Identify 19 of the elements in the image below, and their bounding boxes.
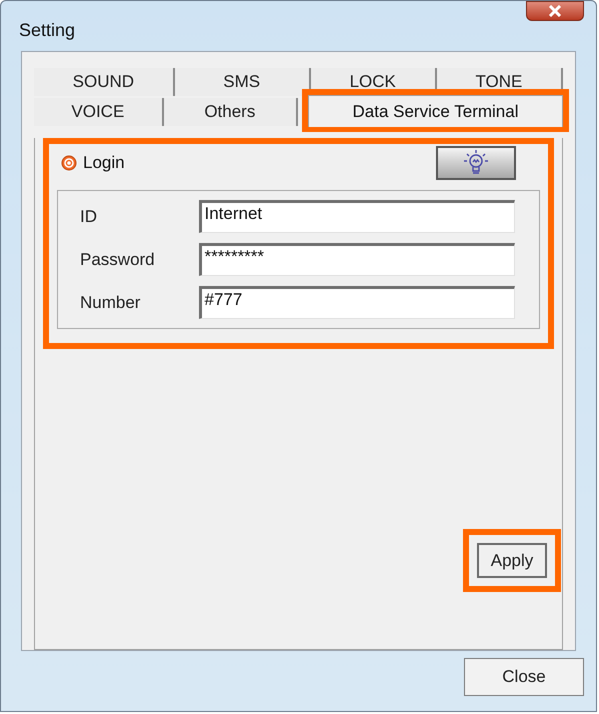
close-icon [548, 5, 562, 17]
field-label: ID [80, 206, 98, 228]
field-label: Number [80, 292, 142, 314]
input-field[interactable]: #777 [199, 286, 515, 319]
input-field[interactable]: Internet [199, 200, 515, 233]
apply-button[interactable]: Apply [477, 543, 547, 578]
close-button[interactable] [526, 1, 584, 21]
login-label: Login [83, 152, 125, 174]
tab[interactable]: VOICE [34, 98, 164, 126]
tab[interactable]: Others [164, 98, 298, 126]
field-label: Password [80, 248, 156, 271]
window-title: Setting [19, 19, 76, 42]
input-field[interactable]: ********* [199, 243, 515, 276]
radio-button[interactable] [61, 155, 77, 171]
tab[interactable]: SMS [174, 68, 311, 96]
tab[interactable]: Data Service Terminal [308, 95, 563, 127]
bulb-button[interactable] [436, 146, 516, 180]
tab[interactable]: SOUND [34, 68, 175, 96]
close-dialog-button[interactable]: Close [464, 658, 584, 696]
